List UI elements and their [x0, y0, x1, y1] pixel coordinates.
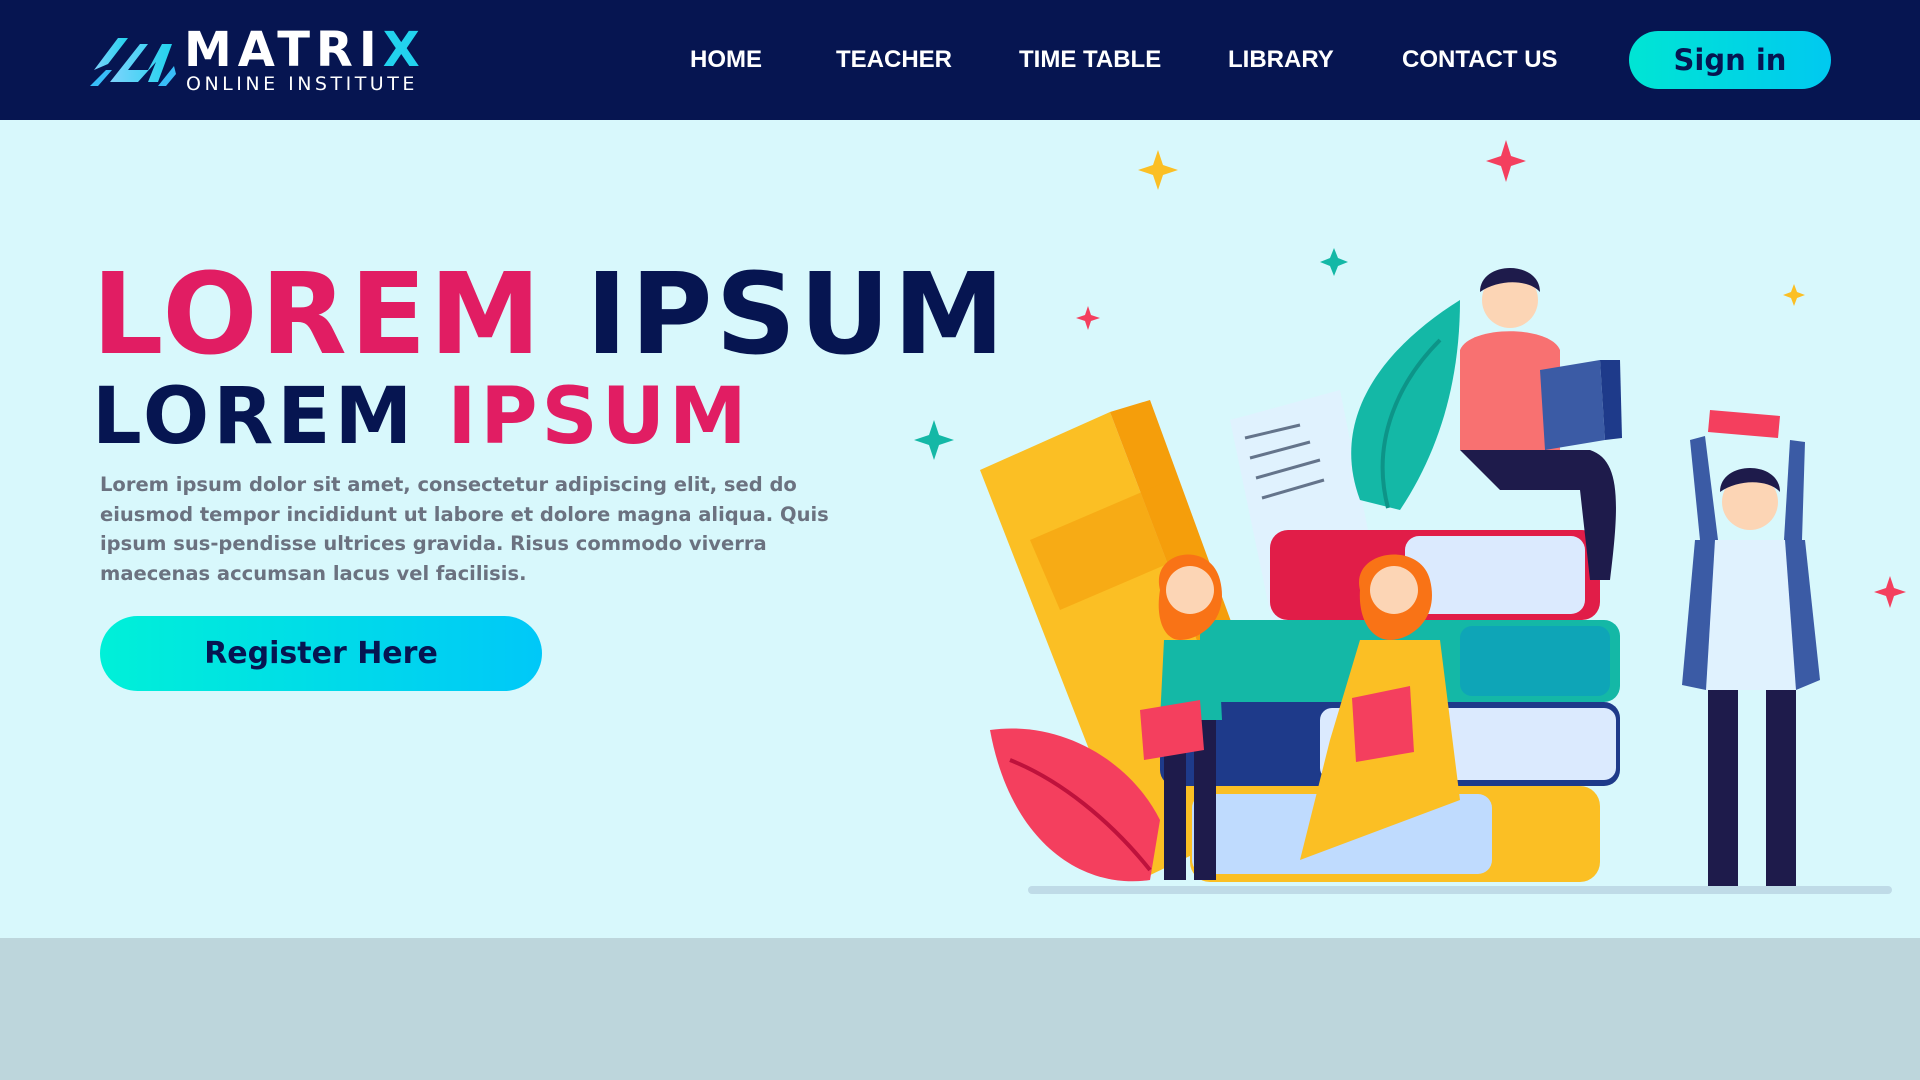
footer-band	[0, 938, 1920, 1080]
hero-headline: LOREM IPSUM	[92, 255, 1008, 375]
nav-time-table[interactable]: TIME TABLE	[1019, 46, 1161, 74]
boy-standing-figure	[1682, 410, 1820, 886]
nav-library[interactable]: LIBRARY	[1228, 46, 1334, 74]
register-button[interactable]: Register Here	[100, 616, 542, 691]
students-reading-books-illustration	[914, 140, 1906, 894]
nav-home[interactable]: HOME	[690, 46, 762, 74]
hero-section: LOREM IPSUM LOREM IPSUM Lorem ipsum dolo…	[0, 120, 1920, 938]
subheadline-word-2: IPSUM	[447, 372, 751, 462]
nav-contact-us[interactable]: CONTACT US	[1402, 46, 1558, 74]
subheadline-word-1: LOREM	[92, 372, 417, 462]
headline-word-1: LOREM	[92, 250, 544, 380]
brand-tagline: ONLINE INSTITUTE	[186, 73, 418, 95]
nav-teacher[interactable]: TEACHER	[836, 46, 952, 74]
top-navbar: MATRIX ONLINE INSTITUTE HOME TEACHER TIM…	[0, 0, 1920, 120]
sign-in-button[interactable]: Sign in	[1629, 31, 1831, 89]
hero-description: Lorem ipsum dolor sit amet, consectetur …	[100, 473, 829, 585]
hero-subheadline: LOREM IPSUM	[92, 372, 751, 462]
